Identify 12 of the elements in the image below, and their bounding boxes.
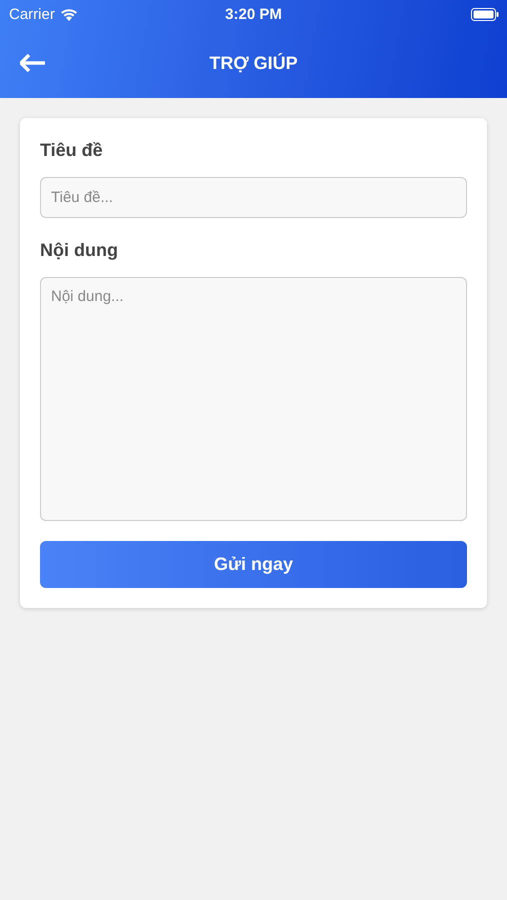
title-input-field[interactable]: Tiêu đề... — [40, 177, 467, 218]
status-time: 3:20 PM — [225, 6, 282, 22]
submit-button[interactable]: Gửi ngay — [40, 541, 467, 588]
field-label: Tiêu đề — [40, 140, 103, 161]
carrier-name: Carrier — [9, 6, 55, 22]
field-label: Nội dung — [40, 240, 118, 261]
back-button[interactable] — [20, 54, 46, 72]
content-text-area[interactable]: Nội dung... — [40, 277, 467, 521]
wifi-icon — [60, 8, 78, 20]
screen-title: TRỢ GIÚP — [209, 52, 298, 74]
battery-icon — [471, 8, 499, 20]
back-arrow-icon — [20, 54, 46, 72]
